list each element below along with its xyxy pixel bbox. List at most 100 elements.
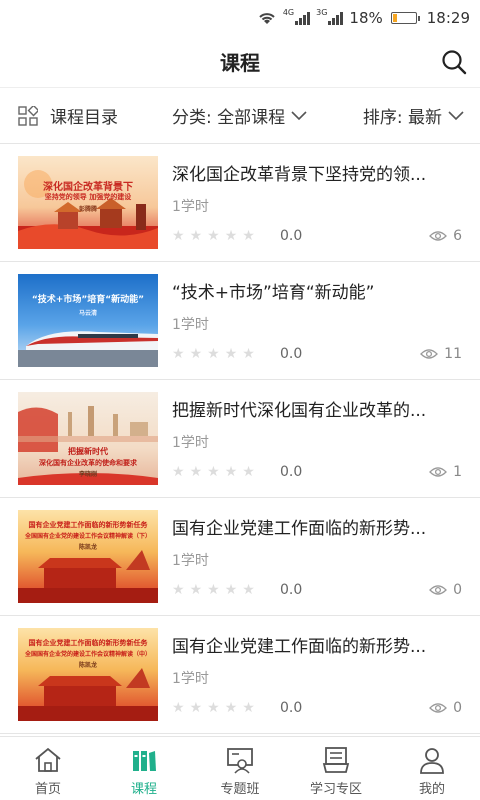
course-catalog-label: 课程目录 <box>50 108 118 128</box>
course-thumbnail: 深化国企改革背景下 坚持党的领导 加强党的建设 彭腾腾 <box>18 156 158 249</box>
tab-label: 课程 <box>130 782 157 797</box>
eye-icon <box>429 585 447 595</box>
thumbnail-author: 彭腾腾 <box>78 206 97 213</box>
tab-label: 我的 <box>418 782 445 797</box>
tab-label: 专题班 <box>220 782 260 797</box>
battery-icon <box>389 12 421 24</box>
star-icon: ★ <box>224 700 238 716</box>
course-title: 把握新时代深化国有企业改革的... <box>172 401 427 421</box>
star-icon: ★ <box>242 582 255 598</box>
tab-study-zone[interactable]: 学习专区 <box>288 737 384 800</box>
signal-3g-icon: 3G <box>316 8 344 25</box>
chevron-down-icon <box>291 110 307 120</box>
signal-4g-icon: 4G <box>283 8 311 25</box>
thumbnail-headline: 把握新时代 <box>68 447 108 456</box>
star-icon: ★ <box>189 346 203 362</box>
thumbnail-subline: 全国国有企业党的建设工作会议精神解读（中） <box>24 651 151 658</box>
star-icon: ★ <box>172 228 185 244</box>
wifi-icon <box>257 10 277 26</box>
view-count: 0 <box>429 700 462 716</box>
view-count-value: 6 <box>453 228 462 244</box>
star-icon: ★ <box>189 700 203 716</box>
rating-stars: ★ ★ ★ ★ ★ <box>172 346 255 362</box>
course-hours: 1学时 <box>172 671 209 687</box>
thumbnail-subline: 全国国有企业党的建设工作会议精神解读（下） <box>24 533 151 540</box>
status-bar: 4G 3G 18% 18:29 <box>0 0 480 36</box>
rating-stars: ★ ★ ★ ★ ★ <box>172 228 255 244</box>
eye-icon <box>429 231 447 241</box>
course-thumbnail: 国有企业党建工作面临的新形势新任务 全国国有企业党的建设工作会议精神解读（下） … <box>18 510 158 603</box>
chevron-down-icon <box>448 110 464 120</box>
course-title: 国有企业党建工作面临的新形势... <box>172 637 427 657</box>
course-item[interactable]: “技术+市场”培育“新动能” 马云清 “技术+市场”培育“新动能” 1学时 ★ ★… <box>0 262 480 380</box>
star-icon: ★ <box>224 582 238 598</box>
thumbnail-author: 李晓刚 <box>78 471 97 478</box>
course-list: 深化国企改革背景下 坚持党的领导 加强党的建设 彭腾腾 深化国企改革背景下坚持党… <box>0 144 480 734</box>
rating-stars: ★ ★ ★ ★ ★ <box>172 464 255 480</box>
star-icon: ★ <box>242 700 255 716</box>
rating-stars: ★ ★ ★ ★ ★ <box>172 700 255 716</box>
star-icon: ★ <box>224 228 238 244</box>
course-item[interactable]: 国有企业党建工作面临的新形势新任务 全国国有企业党的建设工作会议精神解读（中） … <box>0 616 480 734</box>
course-rating: 0.0 <box>280 700 303 716</box>
bottom-tab-bar: 首页 课程 专题班 学习专区 我的 <box>0 736 480 800</box>
star-icon: ★ <box>172 582 185 598</box>
tab-label: 学习专区 <box>309 782 362 797</box>
sort-dropdown[interactable]: 排序: 最新 <box>363 103 464 128</box>
page-title: 课程 <box>220 51 260 75</box>
course-rating: 0.0 <box>280 464 303 480</box>
course-rating: 0.0 <box>280 346 303 362</box>
tab-course[interactable]: 课程 <box>96 737 192 800</box>
star-icon: ★ <box>207 346 220 362</box>
view-count-value: 0 <box>453 582 462 598</box>
search-icon[interactable] <box>440 48 468 76</box>
eye-icon <box>429 467 447 477</box>
tab-topic-class[interactable]: 专题班 <box>192 737 288 800</box>
course-hours: 1学时 <box>172 553 209 569</box>
thumbnail-author: 马云清 <box>78 310 97 317</box>
star-icon: ★ <box>207 582 220 598</box>
course-item[interactable]: 国有企业党建工作面临的新形势新任务 全国国有企业党的建设工作会议精神解读（下） … <box>0 498 480 616</box>
study-zone-icon <box>322 747 350 773</box>
course-hours: 1学时 <box>172 199 209 215</box>
star-icon: ★ <box>189 464 203 480</box>
view-count: 11 <box>420 346 462 362</box>
category-label: 分类: 全部课程 <box>172 108 286 128</box>
tab-profile[interactable]: 我的 <box>384 737 480 800</box>
title-bar: 课程 <box>0 36 480 88</box>
course-title: “技术+市场”培育“新动能” <box>172 283 375 303</box>
star-icon: ★ <box>242 464 255 480</box>
topic-class-icon <box>227 748 253 774</box>
thumbnail-headline: “技术+市场”培育“新动能” <box>31 295 145 305</box>
view-count: 6 <box>429 228 462 244</box>
rating-stars: ★ ★ ★ ★ ★ <box>172 582 255 598</box>
course-rating: 0.0 <box>280 228 303 244</box>
thumbnail-subline: 深化国有企业改革的使命和要求 <box>39 459 137 467</box>
course-item[interactable]: 深化国企改革背景下 坚持党的领导 加强党的建设 彭腾腾 深化国企改革背景下坚持党… <box>0 144 480 262</box>
course-hours: 1学时 <box>172 317 209 333</box>
star-icon: ★ <box>189 582 203 598</box>
clock: 18:29 <box>426 9 470 27</box>
thumbnail-subline: 坚持党的领导 加强党的建设 <box>44 193 132 201</box>
course-catalog-button[interactable]: 课程目录 <box>18 103 118 128</box>
star-icon: ★ <box>207 700 220 716</box>
course-title: 深化国企改革背景下坚持党的领... <box>172 165 427 185</box>
course-rating: 0.0 <box>280 582 303 598</box>
course-title: 国有企业党建工作面临的新形势... <box>172 519 427 539</box>
grid-icon <box>18 105 38 126</box>
thumbnail-headline: 国有企业党建工作面临的新形势新任务 <box>28 639 148 647</box>
filter-bar: 课程目录 分类: 全部课程 排序: 最新 <box>0 88 480 144</box>
view-count: 1 <box>429 464 462 480</box>
home-icon <box>35 747 61 772</box>
eye-icon <box>429 703 447 713</box>
star-icon: ★ <box>207 464 220 480</box>
category-dropdown[interactable]: 分类: 全部课程 <box>172 103 307 128</box>
tab-label: 首页 <box>34 782 61 797</box>
star-icon: ★ <box>172 346 185 362</box>
tab-home[interactable]: 首页 <box>0 737 96 800</box>
star-icon: ★ <box>224 346 238 362</box>
course-item[interactable]: 把握新时代 深化国有企业改革的使命和要求 李晓刚 把握新时代深化国有企业改革的.… <box>0 380 480 498</box>
star-icon: ★ <box>242 228 255 244</box>
profile-icon <box>420 748 444 774</box>
course-hours: 1学时 <box>172 435 209 451</box>
